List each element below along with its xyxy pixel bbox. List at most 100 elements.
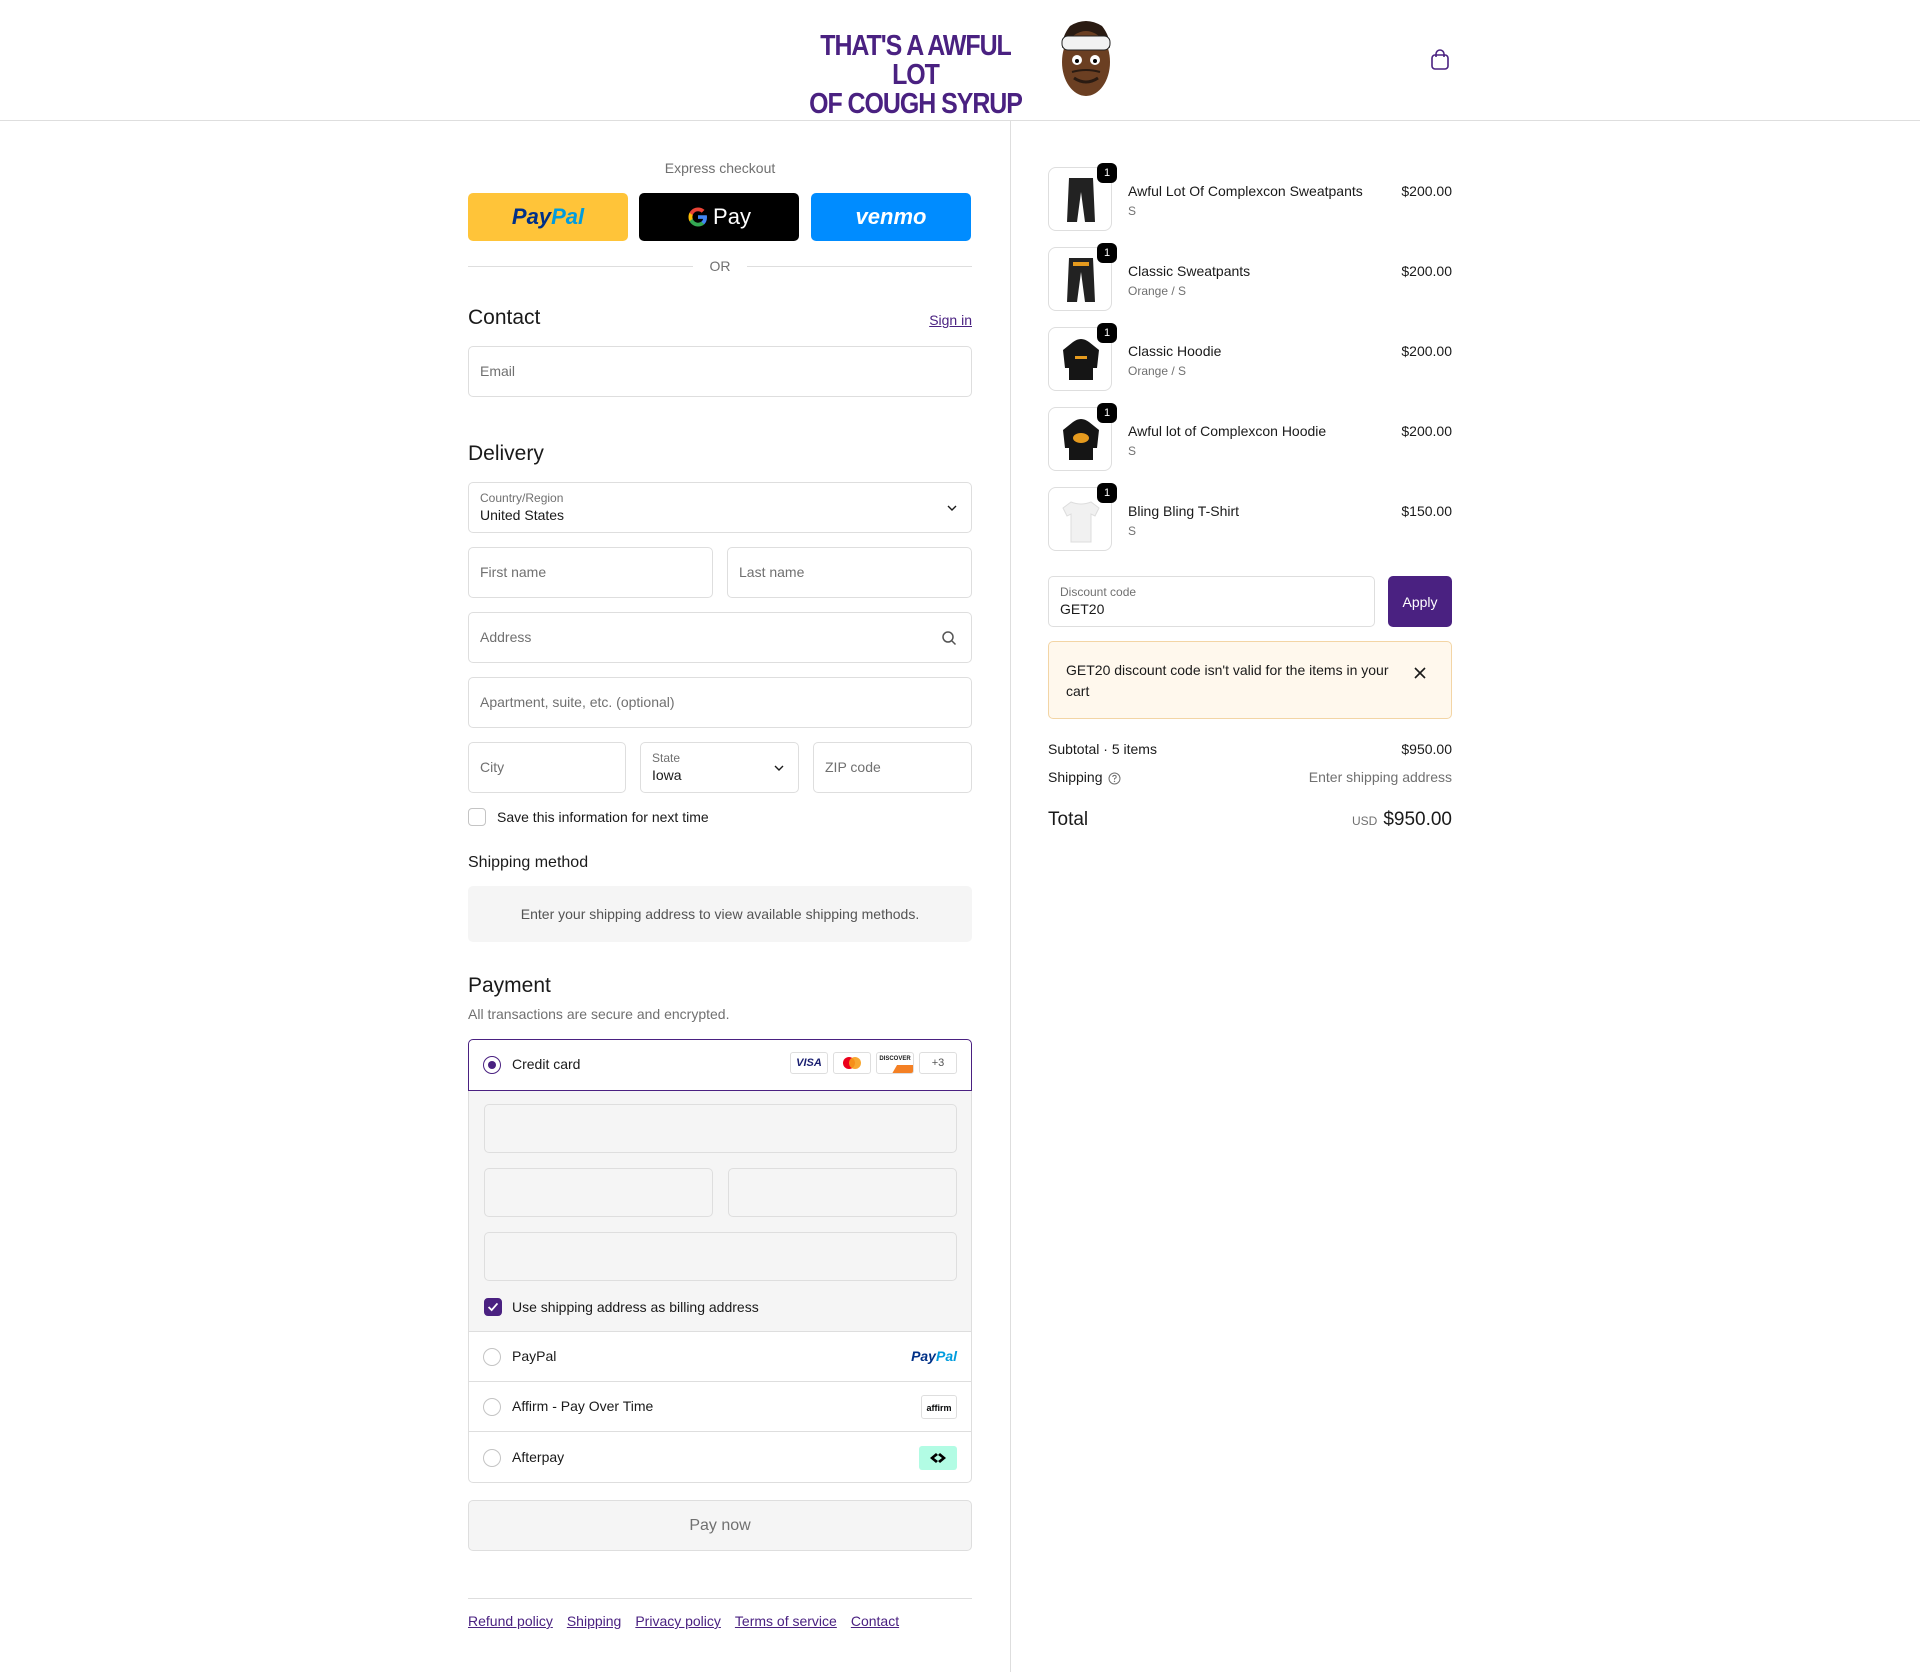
use-shipping-as-billing-label: Use shipping address as billing address (512, 1299, 759, 1315)
quantity-badge: 1 (1097, 163, 1117, 183)
close-icon[interactable] (1413, 666, 1427, 680)
refund-policy-link[interactable]: Refund policy (468, 1613, 553, 1629)
help-circle-icon[interactable] (1108, 772, 1121, 785)
cart-item: 1 Bling Bling T-Shirt S $150.00 (1048, 483, 1452, 553)
cart-item: 1 Awful Lot Of Complexcon Sweatpants S $… (1048, 163, 1452, 233)
afterpay-option[interactable]: Afterpay (468, 1431, 972, 1483)
visa-badge: VISA (790, 1052, 828, 1074)
contact-link[interactable]: Contact (851, 1613, 899, 1629)
pay-now-button[interactable]: Pay now (468, 1500, 972, 1551)
discount-label: Discount code (1060, 585, 1137, 599)
chevron-down-icon (774, 765, 784, 771)
email-placeholder: Email (480, 363, 516, 379)
shipping-value: Enter shipping address (1308, 769, 1452, 785)
last-name-placeholder: Last name (739, 564, 805, 580)
credit-card-option[interactable]: Credit card VISA DISCOVER +3 (468, 1039, 972, 1091)
city-field[interactable]: City (468, 742, 626, 793)
first-name-field[interactable]: First name (468, 547, 713, 598)
cart-item: 1 Awful lot of Complexcon Hoodie S $200.… (1048, 403, 1452, 473)
apply-discount-button[interactable]: Apply (1388, 576, 1452, 627)
card-details-panel: Use shipping address as billing address (468, 1091, 972, 1331)
country-select[interactable]: Country/Region United States (468, 482, 972, 533)
afterpay-radio[interactable] (483, 1449, 501, 1467)
product-thumbnail: 1 (1048, 483, 1117, 551)
email-field[interactable]: Email (468, 346, 972, 397)
product-thumbnail: 1 (1048, 403, 1117, 471)
logo-face-icon (1061, 21, 1111, 96)
item-name: Classic Sweatpants (1128, 263, 1251, 279)
terms-of-service-link[interactable]: Terms of service (735, 1613, 837, 1629)
privacy-policy-link[interactable]: Privacy policy (635, 1613, 721, 1629)
expiration-date-field[interactable] (484, 1168, 713, 1217)
payment-heading: Payment (468, 974, 551, 997)
delivery-heading: Delivery (468, 442, 544, 465)
use-shipping-as-billing-checkbox[interactable] (484, 1298, 502, 1316)
or-divider: OR (468, 258, 972, 274)
zip-field[interactable]: ZIP code (813, 742, 972, 793)
mastercard-logo-icon (843, 1057, 861, 1069)
discover-stripe (888, 1065, 913, 1073)
venmo-button[interactable]: venmo (811, 193, 971, 241)
item-price: $200.00 (1401, 183, 1452, 199)
total-amount: USD $950.00 (1352, 809, 1452, 831)
state-select[interactable]: State Iowa (640, 742, 799, 793)
discount-error-text: GET20 discount code isn't valid for the … (1066, 662, 1389, 699)
google-g-icon (688, 207, 708, 227)
paypal-option[interactable]: PayPal PayPal (468, 1331, 972, 1382)
product-thumbnail: 1 (1048, 163, 1117, 231)
quantity-badge: 1 (1097, 403, 1117, 423)
discover-badge: DISCOVER (876, 1052, 914, 1074)
discount-code-field[interactable]: Discount code GET20 (1048, 576, 1375, 627)
shopping-bag-icon[interactable] (1430, 49, 1450, 71)
state-label: State (652, 751, 681, 765)
logo-text: THAT'S A AWFUL LOT OF COUGH SYRUP (808, 32, 1023, 119)
subtotal-row: Subtotal · 5 items $950.00 (1048, 741, 1452, 757)
item-variant: S (1128, 204, 1137, 218)
item-name: Classic Hoodie (1128, 343, 1222, 359)
quantity-badge: 1 (1097, 323, 1117, 343)
affirm-label: Affirm - Pay Over Time (512, 1398, 654, 1414)
security-code-field[interactable] (728, 1168, 957, 1217)
paypal-logo-a: Pay (911, 1348, 936, 1364)
paypal-label: PayPal (512, 1348, 557, 1364)
item-price: $200.00 (1401, 343, 1452, 359)
credit-card-label: Credit card (512, 1056, 581, 1072)
paypal-logo-b: Pal (935, 1348, 957, 1364)
address-field[interactable]: Address (468, 612, 972, 663)
subtotal-label: Subtotal · 5 items (1048, 741, 1157, 757)
shipping-method-heading: Shipping method (468, 854, 589, 871)
chevron-down-icon (947, 505, 957, 511)
credit-card-radio[interactable] (483, 1056, 501, 1074)
or-text: OR (709, 258, 731, 274)
shipping-link[interactable]: Shipping (567, 1613, 622, 1629)
paypal-text-a: Pay (511, 204, 552, 229)
shipping-label: Shipping (1048, 769, 1103, 785)
google-pay-button[interactable]: Pay (639, 193, 799, 241)
card-number-field[interactable] (484, 1104, 957, 1153)
save-info-checkbox[interactable] (468, 808, 486, 826)
address-placeholder: Address (480, 629, 532, 645)
discover-text: DISCOVER (879, 1056, 911, 1062)
item-price: $200.00 (1401, 263, 1452, 279)
sign-in-link[interactable]: Sign in (929, 312, 972, 328)
total-value: $950.00 (1383, 809, 1452, 830)
apartment-placeholder: Apartment, suite, etc. (optional) (480, 694, 675, 710)
paypal-radio[interactable] (483, 1348, 501, 1366)
name-on-card-field[interactable] (484, 1232, 957, 1281)
last-name-field[interactable]: Last name (727, 547, 972, 598)
apartment-field[interactable]: Apartment, suite, etc. (optional) (468, 677, 972, 728)
affirm-radio[interactable] (483, 1398, 501, 1416)
zip-placeholder: ZIP code (825, 759, 881, 775)
first-name-placeholder: First name (480, 564, 547, 580)
contact-heading: Contact (468, 306, 541, 329)
affirm-option[interactable]: Affirm - Pay Over Time affirm (468, 1381, 972, 1432)
country-label: Country/Region (480, 491, 564, 505)
gpay-text: Pay (713, 204, 751, 229)
item-variant: S (1128, 444, 1137, 458)
quantity-badge: 1 (1097, 483, 1117, 503)
paypal-express-button[interactable]: Pay Pal (468, 193, 628, 241)
store-logo[interactable]: THAT'S A AWFUL LOT OF COUGH SYRUP (808, 18, 1114, 119)
affirm-logo: affirm (921, 1395, 957, 1419)
item-variant: S (1128, 524, 1137, 538)
footer-divider (468, 1598, 972, 1599)
